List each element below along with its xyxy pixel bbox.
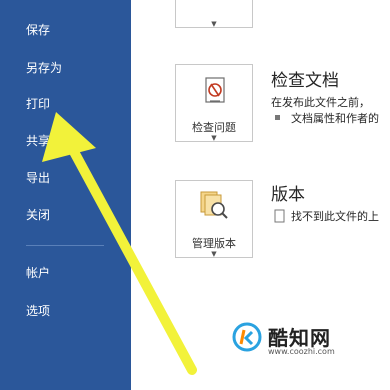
nav-item-account[interactable]: 帐户 <box>0 258 131 288</box>
inspect-document-button[interactable]: 检查问题 ▼ <box>175 64 253 142</box>
chevron-down-icon: ▼ <box>211 250 217 258</box>
versions-description: 找不到此文件的上 <box>291 210 379 223</box>
nav-item-save[interactable]: 保存 <box>0 15 131 45</box>
nav-item-save-as[interactable]: 另存为 <box>0 53 131 83</box>
chevron-down-icon: ▼ <box>211 20 217 28</box>
bullet-icon <box>275 115 280 120</box>
inspect-description: 在发布此文件之前， <box>271 96 370 109</box>
watermark: 酷知网 www.coozhi.com <box>232 320 382 360</box>
watermark-logo-icon <box>232 322 262 352</box>
manage-versions-icon <box>200 191 228 219</box>
versions-title: 版本 <box>271 185 305 205</box>
protect-document-button[interactable]: ▼ <box>175 0 253 28</box>
backstage-sidebar: 保存 另存为 打印 共享 导出 关闭 帐户 选项 <box>0 0 131 390</box>
chevron-down-icon: ▼ <box>211 134 217 142</box>
inspect-document-icon <box>205 77 225 103</box>
nav-divider <box>26 245 104 246</box>
nav-item-print[interactable]: 打印 <box>0 89 131 119</box>
document-icon <box>274 209 285 223</box>
versions-button-label: 管理版本 <box>192 237 236 250</box>
inspect-title: 检查文档 <box>271 71 339 91</box>
watermark-url: www.coozhi.com <box>268 347 335 356</box>
nav-item-export[interactable]: 导出 <box>0 163 131 193</box>
manage-versions-button[interactable]: 管理版本 ▼ <box>175 180 253 258</box>
inspect-button-label: 检查问题 <box>192 121 236 134</box>
nav-item-share[interactable]: 共享 <box>0 126 131 156</box>
nav-item-close[interactable]: 关闭 <box>0 200 131 230</box>
inspect-bullet-text: 文档属性和作者的 <box>291 112 379 125</box>
nav-item-options[interactable]: 选项 <box>0 296 131 326</box>
